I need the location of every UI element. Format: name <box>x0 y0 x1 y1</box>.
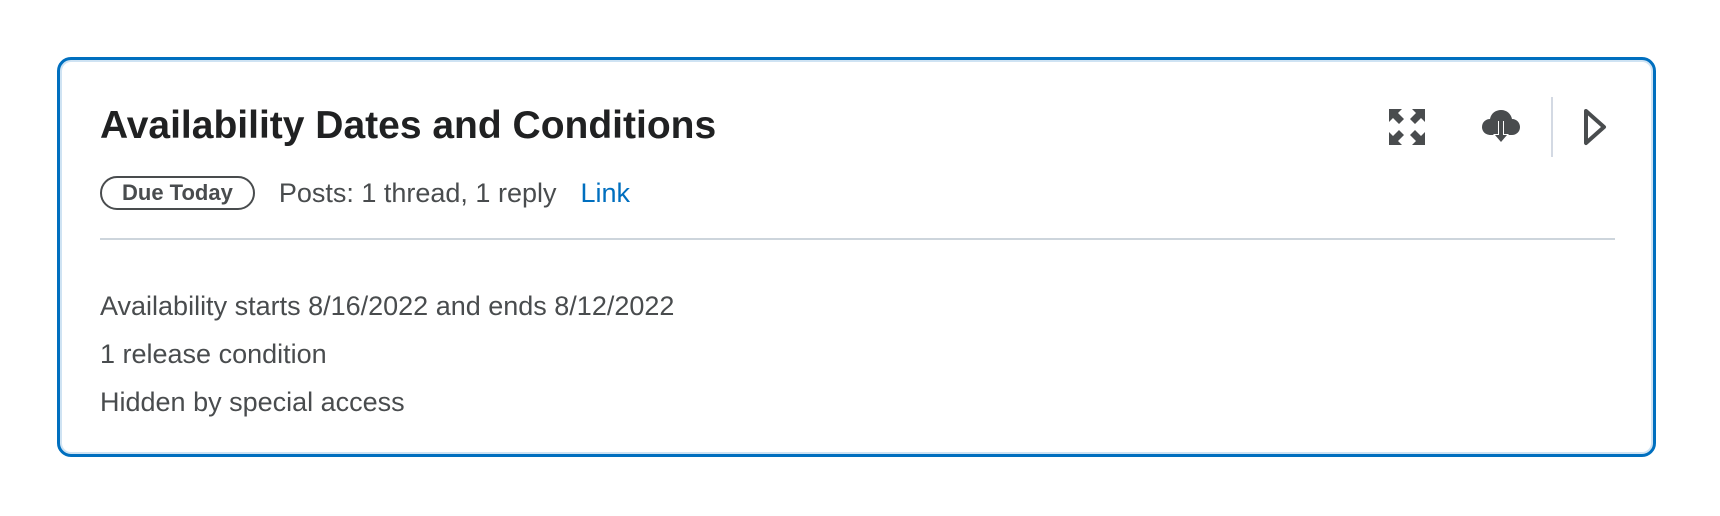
actions-divider <box>1551 97 1553 157</box>
play-triangle-icon <box>1584 109 1606 145</box>
posts-count: Posts: 1 thread, 1 reply <box>278 177 557 208</box>
release-condition: 1 release condition <box>100 339 327 369</box>
availability-details: Availability starts 8/16/2022 and ends 8… <box>100 282 674 426</box>
expand-button[interactable] <box>1381 101 1433 153</box>
expand-arrows-icon <box>1389 109 1425 145</box>
availability-dates: Availability starts 8/16/2022 and ends 8… <box>100 291 675 321</box>
upload-button[interactable] <box>1475 101 1527 153</box>
availability-card: Availability Dates and Conditions Due To… <box>57 57 1656 457</box>
divider <box>100 238 1615 240</box>
special-access: Hidden by special access <box>100 387 405 417</box>
link[interactable]: Link <box>580 178 630 209</box>
meta-row: Due Today Posts: 1 thread, 1 reply Link <box>100 175 630 211</box>
card-actions <box>1381 96 1613 158</box>
cloud-upload-icon <box>1482 110 1520 143</box>
due-today-badge: Due Today <box>100 176 255 210</box>
next-button[interactable] <box>1577 101 1613 153</box>
card-title: Availability Dates and Conditions <box>100 104 717 147</box>
